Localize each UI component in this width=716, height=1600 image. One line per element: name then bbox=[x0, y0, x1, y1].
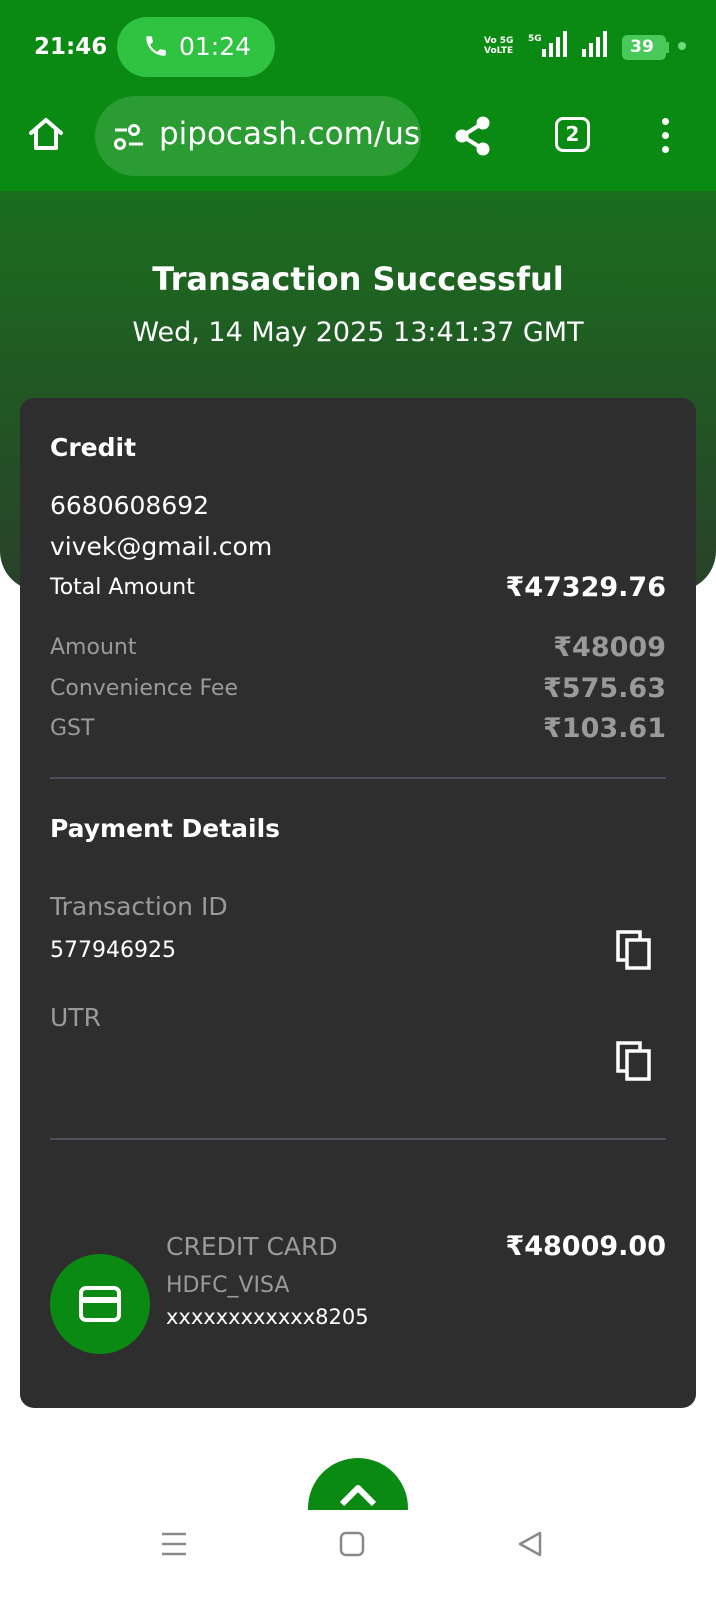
card-number: xxxxxxxxxxxx8205 bbox=[166, 1305, 369, 1329]
address-bar[interactable]: pipocash.com/us bbox=[95, 96, 421, 176]
network-label-2: VoLTE bbox=[484, 46, 514, 56]
chevron-up-icon bbox=[339, 1485, 377, 1506]
amount-label: Amount bbox=[50, 635, 137, 660]
total-amount-label: Total Amount bbox=[50, 575, 195, 600]
gst-value: ₹103.61 bbox=[543, 713, 666, 744]
url-text[interactable]: pipocash.com/us bbox=[159, 116, 420, 152]
tune-icon[interactable] bbox=[113, 123, 145, 151]
payment-details-heading: Payment Details bbox=[50, 814, 281, 843]
copy-icon[interactable] bbox=[616, 1041, 652, 1081]
payment-method-badge bbox=[50, 1254, 150, 1354]
battery-level: 39 bbox=[630, 37, 654, 57]
notification-dot bbox=[678, 42, 686, 50]
share-icon[interactable] bbox=[452, 115, 494, 157]
utr-label: UTR bbox=[50, 1003, 101, 1032]
browser-top-bar: 21:46 01:24 Vo 5G VoLTE 5G 39 pipocash.c… bbox=[0, 0, 716, 191]
back-icon[interactable] bbox=[516, 1530, 544, 1558]
transaction-datetime: Wed, 14 May 2025 13:41:37 GMT bbox=[132, 317, 584, 348]
system-navigation-bar bbox=[0, 1510, 716, 1600]
signal-strength-icon bbox=[582, 31, 610, 57]
home-icon[interactable] bbox=[26, 114, 66, 154]
status-time: 21:46 bbox=[34, 34, 108, 60]
transaction-id-value: 577946925 bbox=[50, 938, 176, 963]
amount-value: ₹48009 bbox=[553, 632, 666, 663]
signal-strength-icon bbox=[542, 31, 570, 57]
credit-card-icon bbox=[79, 1286, 121, 1322]
recent-apps-icon[interactable] bbox=[160, 1530, 188, 1558]
gst-label: GST bbox=[50, 716, 95, 741]
home-nav-icon[interactable] bbox=[338, 1530, 366, 1558]
card-network: HDFC_VISA bbox=[166, 1273, 290, 1298]
tab-count: 2 bbox=[565, 122, 580, 146]
payment-method-amount: ₹48009.00 bbox=[505, 1231, 666, 1262]
battery-icon: 39 bbox=[622, 35, 666, 60]
ongoing-call-chip[interactable]: 01:24 bbox=[117, 17, 275, 77]
network-type: 5G bbox=[528, 34, 542, 44]
network-label-1: Vo 5G bbox=[484, 36, 514, 46]
copy-icon[interactable] bbox=[616, 930, 652, 970]
phone-number: 6680608692 bbox=[50, 491, 210, 520]
page: 21:46 01:24 Vo 5G VoLTE 5G 39 pipocash.c… bbox=[0, 0, 716, 1600]
divider bbox=[50, 1138, 666, 1140]
call-timer: 01:24 bbox=[179, 32, 252, 61]
email-address: vivek@gmail.com bbox=[50, 532, 273, 561]
transaction-id-label: Transaction ID bbox=[50, 892, 228, 921]
tab-switcher-button[interactable]: 2 bbox=[555, 117, 590, 152]
more-vertical-icon[interactable] bbox=[660, 118, 670, 154]
battery-tip bbox=[666, 42, 669, 53]
phone-icon bbox=[146, 36, 166, 56]
convenience-fee-label: Convenience Fee bbox=[50, 676, 238, 701]
transaction-type-label: Credit bbox=[50, 433, 137, 462]
transaction-card: Credit 6680608692 vivek@gmail.com Total … bbox=[20, 398, 696, 1408]
total-amount-value: ₹47329.76 bbox=[505, 572, 666, 603]
convenience-fee-value: ₹575.63 bbox=[543, 673, 666, 704]
payment-method-type: CREDIT CARD bbox=[166, 1232, 338, 1261]
page-title: Transaction Successful bbox=[152, 260, 564, 298]
divider bbox=[50, 777, 666, 779]
